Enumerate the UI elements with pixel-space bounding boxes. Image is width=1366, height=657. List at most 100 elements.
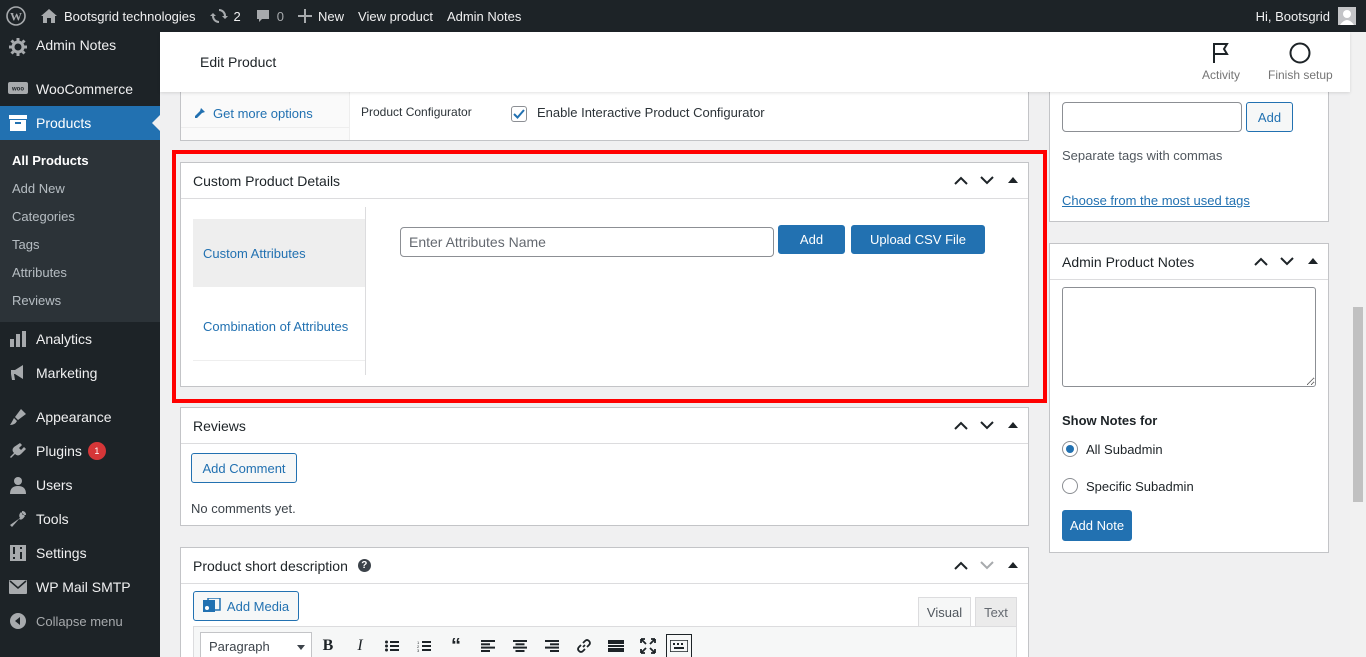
toggle-panel-icon[interactable]	[1304, 252, 1322, 270]
submenu-tags[interactable]: Tags	[0, 231, 160, 259]
activity-button[interactable]: Activity	[1202, 42, 1240, 82]
tag-input[interactable]	[1062, 102, 1242, 132]
new-content-link[interactable]: New	[291, 0, 351, 32]
submenu-reviews[interactable]: Reviews	[0, 287, 160, 315]
radio-specific-subadmin[interactable]: Specific Subadmin	[1062, 478, 1194, 494]
align-left-icon[interactable]	[472, 634, 504, 657]
tab-custom-attributes[interactable]: Custom Attributes	[193, 219, 365, 287]
move-up-icon[interactable]	[952, 171, 970, 189]
configurator-checkbox[interactable]	[511, 106, 527, 122]
add-media-button[interactable]: Add Media	[193, 591, 299, 621]
progress-circle-icon	[1289, 42, 1311, 64]
plugins-update-badge: 1	[87, 442, 106, 460]
tab-visual[interactable]: Visual	[918, 597, 971, 627]
move-down-icon[interactable]	[978, 171, 996, 189]
admin-notes-label: Admin Notes	[446, 8, 522, 24]
move-down-icon[interactable]	[1278, 252, 1296, 270]
sidebar-item-marketing[interactable]: Marketing	[0, 356, 160, 390]
align-right-icon[interactable]	[536, 634, 568, 657]
sidebar-item-settings[interactable]: Settings	[0, 536, 160, 570]
link-icon[interactable]	[568, 634, 600, 657]
editor-toolbar: Paragraph B I 123 “	[193, 626, 1017, 657]
sidebar-item-label: WooCommerce	[36, 81, 133, 97]
format-select[interactable]: Paragraph	[200, 632, 312, 657]
my-account-link[interactable]: Hi, Bootsgrid	[1249, 0, 1366, 32]
align-center-icon[interactable]	[504, 634, 536, 657]
comments-link[interactable]: 0	[248, 0, 291, 32]
most-used-tags-link[interactable]: Choose from the most used tags	[1062, 193, 1250, 208]
custom-product-details-header[interactable]: Custom Product Details	[181, 163, 1028, 199]
move-down-icon[interactable]	[978, 416, 996, 434]
upload-csv-button[interactable]: Upload CSV File	[851, 225, 985, 254]
sidebar-item-products[interactable]: Products	[0, 106, 160, 140]
fullscreen-icon[interactable]	[632, 634, 664, 657]
sidebar-item-label: Plugins	[36, 443, 82, 459]
help-icon[interactable]: ?	[357, 559, 371, 572]
collapse-menu-button[interactable]: Collapse menu	[0, 604, 160, 638]
sidebar-item-admin-notes[interactable]: Admin Notes	[0, 32, 160, 62]
plugin-icon	[8, 441, 28, 461]
sidebar-item-users[interactable]: Users	[0, 468, 160, 502]
italic-icon[interactable]: I	[344, 634, 376, 657]
admin-notes-link[interactable]: Admin Notes	[440, 0, 528, 32]
sidebar-item-label: Collapse menu	[36, 613, 123, 629]
finish-setup-button[interactable]: Finish setup	[1268, 42, 1333, 82]
add-tag-button[interactable]: Add	[1246, 102, 1293, 132]
submenu-all-products[interactable]: All Products	[0, 147, 160, 175]
updates-link[interactable]: 2	[203, 0, 248, 32]
bullet-list-icon[interactable]	[376, 634, 408, 657]
sidebar-item-woocommerce[interactable]: woo WooCommerce	[0, 72, 160, 106]
toolbar-toggle-icon[interactable]	[666, 634, 692, 657]
sidebar-item-label: Admin Notes	[36, 37, 117, 53]
move-down-icon[interactable]	[978, 556, 996, 574]
submenu-attributes[interactable]: Attributes	[0, 259, 160, 287]
toggle-panel-icon[interactable]	[1004, 171, 1022, 189]
admin-product-notes-header[interactable]: Admin Product Notes	[1050, 244, 1328, 280]
sidebar-item-tools[interactable]: Tools	[0, 502, 160, 536]
updates-count: 2	[233, 8, 241, 24]
user-icon	[8, 475, 28, 495]
attribute-name-input[interactable]	[400, 227, 774, 257]
read-more-icon[interactable]	[600, 634, 632, 657]
move-up-icon[interactable]	[1252, 252, 1270, 270]
archive-icon	[8, 113, 28, 133]
sidebar-item-analytics[interactable]: Analytics	[0, 322, 160, 356]
tags-help-text: Separate tags with commas	[1062, 148, 1223, 163]
bold-icon[interactable]: B	[312, 634, 344, 657]
sidebar-item-wp-mail-smtp[interactable]: WP Mail SMTP	[0, 570, 160, 604]
get-more-options-tab[interactable]: Get more options	[181, 100, 350, 128]
move-up-icon[interactable]	[952, 556, 970, 574]
admin-note-textarea[interactable]	[1062, 287, 1316, 387]
short-description-header[interactable]: Product short description ?	[181, 548, 1028, 584]
avatar	[1338, 7, 1356, 25]
tab-custom-attributes-label: Custom Attributes	[203, 245, 306, 261]
get-more-options-link[interactable]: Get more options	[213, 106, 313, 121]
radio-all-subadmin[interactable]: All Subadmin	[1062, 441, 1163, 457]
sidebar-item-label: Settings	[36, 545, 87, 561]
toggle-panel-icon[interactable]	[1004, 556, 1022, 574]
admin-sidebar: Admin Notes woo WooCommerce Products All…	[0, 32, 160, 657]
sidebar-item-label: WP Mail SMTP	[36, 579, 131, 595]
submenu-add-new[interactable]: Add New	[0, 175, 160, 203]
wordpress-logo-icon[interactable]: W	[0, 0, 33, 32]
media-icon	[202, 598, 221, 612]
submenu-categories[interactable]: Categories	[0, 203, 160, 231]
tab-text[interactable]: Text	[975, 597, 1017, 627]
reviews-header[interactable]: Reviews	[181, 408, 1028, 444]
numbered-list-icon[interactable]: 123	[408, 634, 440, 657]
page-scrollbar[interactable]	[1350, 32, 1366, 657]
collapse-arrow-icon	[8, 611, 28, 631]
mail-icon	[8, 577, 28, 597]
toggle-panel-icon[interactable]	[1004, 416, 1022, 434]
add-attribute-button[interactable]: Add	[778, 225, 845, 254]
view-product-link[interactable]: View product	[351, 0, 440, 32]
move-up-icon[interactable]	[952, 416, 970, 434]
site-name-link[interactable]: Bootsgrid technologies	[33, 0, 203, 32]
scrollbar-thumb[interactable]	[1353, 307, 1363, 502]
add-note-button[interactable]: Add Note	[1062, 510, 1132, 541]
tab-combination-of-attributes[interactable]: Combination of Attributes	[193, 293, 365, 361]
sidebar-item-plugins[interactable]: Plugins 1	[0, 434, 160, 468]
blockquote-icon[interactable]: “	[440, 634, 472, 657]
sidebar-item-appearance[interactable]: Appearance	[0, 400, 160, 434]
add-comment-button[interactable]: Add Comment	[191, 453, 297, 483]
